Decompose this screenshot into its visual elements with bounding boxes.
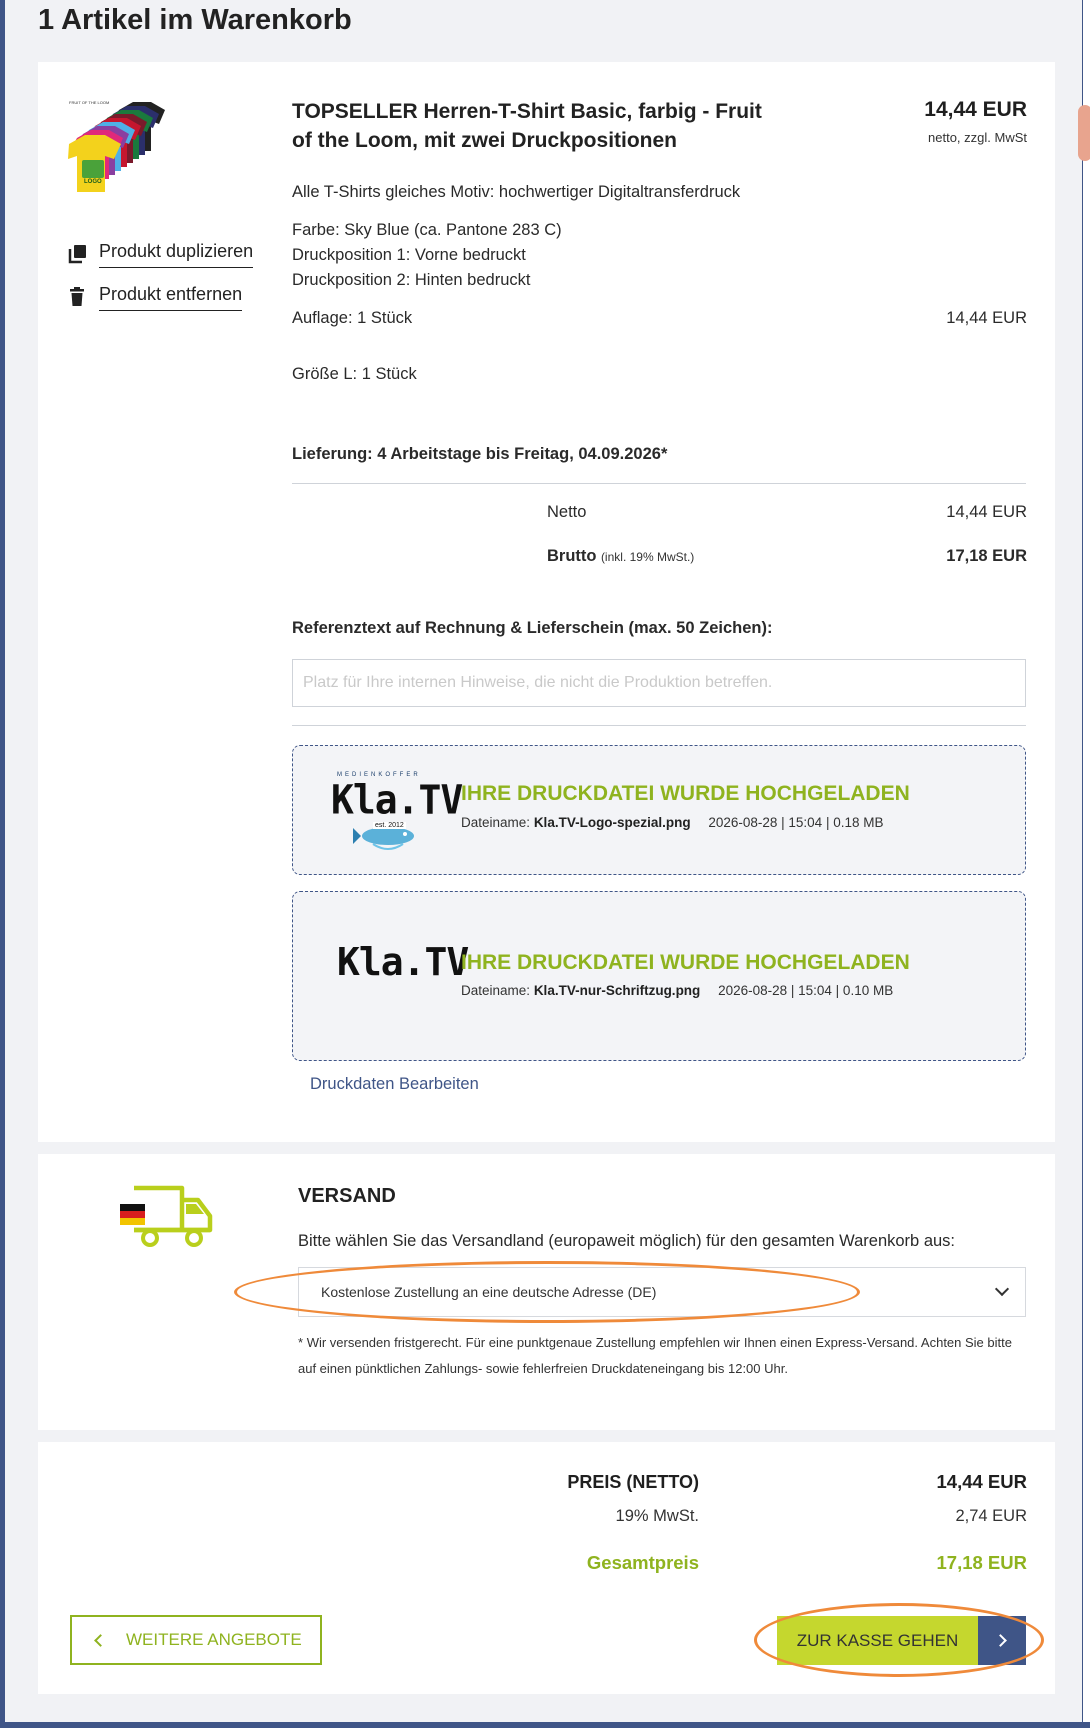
netto-value: 14,44 EUR (946, 503, 1027, 521)
trash-icon (67, 286, 87, 308)
kla-tv-logo-text: Kla.TV (337, 940, 469, 984)
shipping-title: VERSAND (298, 1185, 396, 1207)
more-offers-button[interactable]: WEITERE ANGEBOTE (70, 1615, 322, 1665)
shipping-note-text: Wir versenden fristgerecht. Für eine pun… (298, 1335, 1012, 1376)
reference-input[interactable] (292, 659, 1026, 707)
upload-status-heading: IHRE DRUCKDATEI WURDE HOCHGELADEN (461, 782, 910, 805)
annotation-ellipse (234, 1261, 860, 1323)
product-motif: Alle T-Shirts gleiches Motiv: hochwertig… (292, 183, 741, 201)
side-widget-tab[interactable] (1078, 105, 1090, 161)
reference-label: Referenztext auf Rechnung & Lieferschein… (292, 619, 773, 637)
total-value: 17,18 EUR (936, 1552, 1028, 1573)
vat-value: 2,74 EUR (955, 1507, 1027, 1525)
edit-print-data-link[interactable]: Druckdaten Bearbeiten (310, 1075, 479, 1094)
totals-card: PREIS (NETTO) 14,44 EUR 19% MwSt. 2,74 E… (38, 1442, 1055, 1694)
annotation-ellipse (754, 1603, 1044, 1677)
shipping-card: VERSAND Bitte wählen Sie das Versandland… (38, 1154, 1055, 1430)
total-label: Gesamtpreis (586, 1552, 699, 1573)
kla-tv-logo-special: MEDIENKOFFER Kla.TV est. 2012 (331, 772, 463, 850)
print-position-2: Druckposition 2: Hinten bedruckt (292, 271, 531, 289)
print-run: Auflage: 1 Stück (292, 309, 413, 327)
product-price: 14,44 EUR (924, 98, 1027, 121)
brutto-note: (inkl. 19% MwSt.) (600, 550, 695, 564)
divider (292, 483, 1026, 484)
logo-badge: est. 2012 (373, 822, 406, 829)
delivery-info: Lieferung: 4 Arbeitstage bis Freitag, 04… (292, 445, 668, 463)
duplicate-product-label: Produkt duplizieren (99, 240, 254, 268)
file-info: 2026-08-28 | 15:04 | 0.18 MB (708, 815, 884, 830)
logo-text: Kla.TV (331, 776, 463, 824)
print-position-1: Druckposition 1: Vorne bedruckt (292, 246, 526, 264)
thumb-logo-text: LOGO (84, 179, 102, 185)
shipping-note: * Wir versenden fristgerecht. Für eine p… (298, 1330, 1026, 1382)
product-title: TOPSELLER Herren-T-Shirt Basic, farbig -… (292, 100, 762, 152)
brutto-label: Brutto (547, 547, 597, 565)
brutto-value: 17,18 EUR (946, 547, 1027, 565)
file-name: Kla.TV-nur-Schriftzug.png (533, 983, 701, 998)
remove-product-button[interactable]: Produkt entfernen (67, 283, 243, 311)
size-quantity: Größe L: 1 Stück (292, 365, 417, 383)
window-frame-bottom (0, 1722, 1090, 1728)
upload-file-meta: Dateiname: Kla.TV-Logo-spezial.png 2026-… (461, 815, 883, 830)
vat-label: 19% MwSt. (615, 1507, 699, 1525)
net-price-value: 14,44 EUR (936, 1471, 1028, 1492)
page-title: 1 Artikel im Warenkorb (38, 4, 352, 36)
window-margin-right (1083, 0, 1090, 1728)
file-name-prefix: Dateiname: (461, 983, 531, 998)
duplicate-icon (67, 243, 87, 265)
upload-card: Kla.TV IHRE DRUCKDATEI WURDE HOCHGELADEN… (292, 891, 1026, 1061)
tshirt-stack (68, 102, 165, 192)
remove-product-label: Produkt entfernen (99, 283, 243, 311)
shipping-subtitle: Bitte wählen Sie das Versandland (europa… (298, 1232, 956, 1250)
duplicate-product-button[interactable]: Produkt duplizieren (67, 240, 254, 268)
print-run-price: 14,44 EUR (946, 309, 1027, 327)
netto-label: Netto (547, 503, 587, 521)
delivery-truck-icon (120, 1185, 213, 1247)
cart-item-card: FRUIT OF THE LOOM LOGO Produkt duplizier… (38, 62, 1055, 1142)
upload-card: MEDIENKOFFER Kla.TV est. 2012 IHRE DRUCK… (292, 745, 1026, 875)
product-price-note: netto, zzgl. MwSt (928, 130, 1027, 145)
file-info: 2026-08-28 | 15:04 | 0.10 MB (718, 983, 894, 998)
product-thumbnail: FRUIT OF THE LOOM LOGO (68, 100, 165, 192)
chevron-down-icon (994, 1281, 1010, 1297)
brutto-row: Brutto (inkl. 19% MwSt.) (547, 547, 694, 566)
upload-status-heading: IHRE DRUCKDATEI WURDE HOCHGELADEN (461, 951, 910, 974)
shipping-note-star: * (298, 1335, 304, 1350)
net-price-label: PREIS (NETTO) (567, 1472, 699, 1492)
file-name: Kla.TV-Logo-spezial.png (533, 815, 691, 830)
product-color: Farbe: Sky Blue (ca. Pantone 283 C) (292, 221, 562, 239)
more-offers-label: WEITERE ANGEBOTE (126, 1630, 302, 1649)
file-name-prefix: Dateiname: (461, 815, 531, 830)
divider (292, 725, 1026, 726)
thumb-brand-text: FRUIT OF THE LOOM (69, 100, 109, 105)
window-frame-left (0, 0, 5, 1728)
chevron-left-icon (94, 1633, 107, 1647)
upload-file-meta: Dateiname: Kla.TV-nur-Schriftzug.png 202… (461, 983, 893, 998)
